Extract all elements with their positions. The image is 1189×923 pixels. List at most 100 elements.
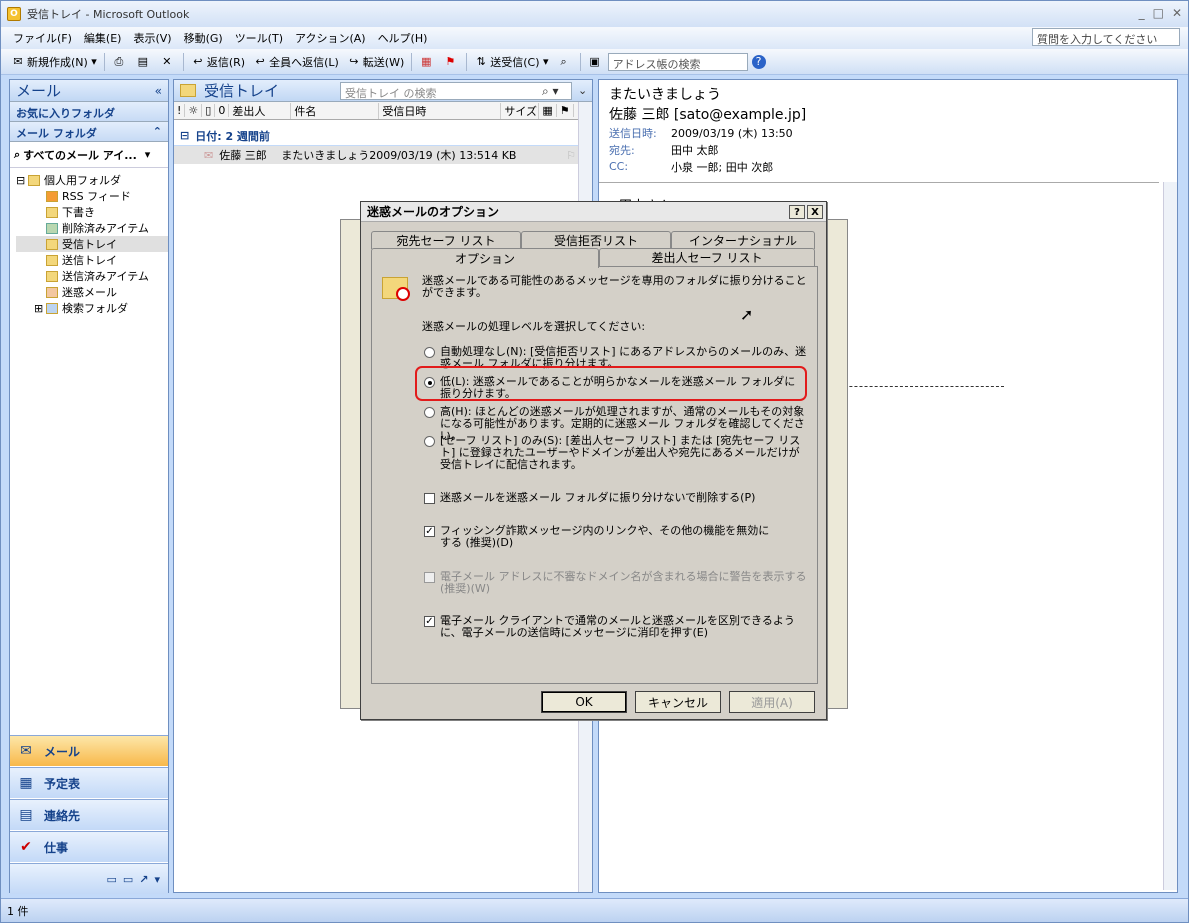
folder-drafts[interactable]: 下書き xyxy=(16,204,168,220)
column-from[interactable]: 差出人 xyxy=(229,102,292,119)
menu-help[interactable]: ヘルプ(H) xyxy=(372,30,434,46)
reminder-column-icon[interactable]: ☼ xyxy=(185,104,203,117)
print-button[interactable]: ⎙ xyxy=(108,55,132,69)
menu-go[interactable]: 移動(G) xyxy=(178,30,229,46)
checkbox-disable-phishing-label[interactable]: フィッシング詐欺メッセージ内のリンクや、その他の機能を無効にする (推奨)(D) xyxy=(440,525,780,549)
radio-safe-lists-only[interactable] xyxy=(424,436,435,447)
collapse-icon[interactable]: ⊟ xyxy=(16,174,28,187)
notes-icon[interactable]: ▭ xyxy=(106,873,116,886)
column-received[interactable]: 受信日時 xyxy=(379,102,502,119)
options-panel: 迷惑メールである可能性のあるメッセージを専用のフォルダに振り分けることができます… xyxy=(371,266,818,684)
folder-search[interactable]: ⊞ 検索フォルダ xyxy=(16,300,168,316)
radio-no-automatic[interactable] xyxy=(424,347,435,358)
address-book-icon: ▣ xyxy=(589,55,600,68)
tab-blocked-senders[interactable]: 受信拒否リスト xyxy=(521,231,671,249)
new-button[interactable]: ✉ 新規作成(N) ▾ xyxy=(7,54,101,70)
menu-actions[interactable]: アクション(A) xyxy=(289,30,372,46)
print-icon: ⎙ xyxy=(114,54,124,68)
favorites-section[interactable]: お気に入りフォルダ xyxy=(10,102,168,122)
checkbox-postmark[interactable]: ✓ xyxy=(424,616,435,627)
collapse-icon[interactable]: « xyxy=(155,84,162,98)
reading-scrollbar[interactable] xyxy=(1163,182,1177,890)
tab-row-back: 宛先セーフ リスト 受信拒否リスト インターナショナル xyxy=(371,231,815,249)
menu-view[interactable]: 表示(V) xyxy=(127,30,177,46)
message-from[interactable]: 佐藤 三郎 [sato@example.jp] xyxy=(599,104,1177,124)
tab-international[interactable]: インターナショナル xyxy=(671,231,815,249)
categorize-button[interactable]: ▦ xyxy=(415,55,439,69)
nav-button-tasks[interactable]: ✔ 仕事 xyxy=(10,831,168,862)
row-subject: またいきましょう xyxy=(281,149,370,162)
minimize-button[interactable]: _ xyxy=(1139,6,1145,20)
item-count: 1 件 xyxy=(7,904,29,918)
dialog-close-button[interactable]: X xyxy=(807,205,823,219)
move-to-folder-icon: ▤ xyxy=(137,55,149,68)
nav-button-calendar[interactable]: ▦ 予定表 xyxy=(10,767,168,798)
icon-column-icon[interactable]: ▯ xyxy=(202,104,216,117)
inbox-search-input[interactable]: 受信トレイ の検索 xyxy=(340,82,572,100)
forward-button[interactable]: ↪ 転送(W) xyxy=(343,54,408,70)
collapse-group-icon[interactable]: ⊟ xyxy=(180,129,189,142)
maximize-button[interactable]: □ xyxy=(1153,6,1164,20)
close-button[interactable]: ✕ xyxy=(1172,6,1182,20)
address-search-input[interactable]: アドレス帳の検索 xyxy=(607,52,748,71)
cc-value[interactable]: 小泉 一郎; 田中 次郎 xyxy=(671,159,773,175)
tab-safe-senders[interactable]: 差出人セーフ リスト xyxy=(599,248,815,266)
folder-outbox[interactable]: 送信トレイ xyxy=(16,252,168,268)
menu-tools[interactable]: ツール(T) xyxy=(229,30,289,46)
folder-sent[interactable]: 送信済みアイテム xyxy=(16,268,168,284)
help-search-input[interactable]: 質問を入力してください xyxy=(1032,28,1180,46)
find-button[interactable]: ⌕ xyxy=(553,55,577,69)
row-size: 4 KB xyxy=(491,148,517,162)
reply-button[interactable]: ↩ 返信(R) xyxy=(187,54,249,70)
menu-file[interactable]: ファイル(F) xyxy=(7,30,78,46)
dialog-help-button[interactable]: ? xyxy=(789,205,805,219)
checkbox-delete-junk-label[interactable]: 迷惑メールを迷惑メール フォルダに振り分けないで削除する(P) xyxy=(440,492,808,504)
folder-deleted[interactable]: 削除済みアイテム xyxy=(16,220,168,236)
expand-search-icon[interactable]: ⌄ xyxy=(578,84,587,97)
nav-button-mail[interactable]: ✉ メール xyxy=(10,735,168,766)
all-mail-items-selector[interactable]: ⌕ すべてのメール アイ... ▾ xyxy=(10,142,168,168)
column-subject[interactable]: 件名 xyxy=(291,102,380,119)
dropdown-icon[interactable]: ▾ xyxy=(88,55,97,68)
checkbox-postmark-label[interactable]: 電子メール クライアントで通常のメールと迷惑メールを区別できるように、電子メール… xyxy=(440,615,808,639)
follow-up-button[interactable]: ⚑ xyxy=(439,55,463,69)
reply-all-button[interactable]: ↩ 全員へ返信(L) xyxy=(249,54,343,70)
menu-edit[interactable]: 編集(E) xyxy=(78,30,128,46)
attachment-column-icon[interactable]: 0 xyxy=(215,104,230,117)
send-receive-button[interactable]: ⇅ 送受信(C) ▾ xyxy=(470,54,552,70)
radio-safe-lists-label[interactable]: [セーフ リスト] のみ(S): [差出人セーフ リスト] または [宛先セーフ… xyxy=(440,435,808,471)
shortcuts-icon[interactable]: ↗ xyxy=(139,873,148,886)
address-book-button[interactable]: ▣ xyxy=(584,55,608,69)
nav-button-contacts[interactable]: ▤ 連絡先 xyxy=(10,799,168,830)
folder-list-icon[interactable]: ▭ xyxy=(123,873,133,886)
search-icon[interactable]: ⌕ ▾ xyxy=(542,84,559,99)
move-button[interactable]: ▤ xyxy=(132,55,156,69)
delete-button[interactable]: ✕ xyxy=(156,55,180,69)
dropdown-icon[interactable]: ▾ xyxy=(540,55,549,68)
configure-buttons-icon[interactable]: ▾ xyxy=(154,873,160,886)
to-value[interactable]: 田中 太郎 xyxy=(671,142,719,158)
row-flag-icon[interactable]: ⚐ xyxy=(563,149,579,162)
level-prompt: 迷惑メールの処理レベルを選択してください: xyxy=(422,320,646,333)
tab-options[interactable]: オプション xyxy=(371,248,599,268)
ok-button[interactable]: OK xyxy=(541,691,627,713)
chevron-up-icon[interactable]: ⌃ xyxy=(153,125,162,138)
mail-folders-section[interactable]: メール フォルダ ⌃ xyxy=(10,122,168,142)
message-row[interactable]: ✉ 佐藤 三郎 またいきましょう 2009/03/19 (木) 13:51 4 … xyxy=(174,146,579,164)
column-size[interactable]: サイズ xyxy=(501,102,540,119)
checkbox-disable-phishing-links[interactable]: ✓ xyxy=(424,526,435,537)
flag-column-icon[interactable]: ⚑ xyxy=(557,104,574,117)
folder-inbox[interactable]: 受信トレイ xyxy=(16,236,168,252)
cancel-button[interactable]: キャンセル xyxy=(635,691,721,713)
group-header[interactable]: ⊟ 日付: 2 週間前 xyxy=(174,126,592,146)
category-column-icon[interactable]: ▦ xyxy=(539,104,557,117)
folder-personal[interactable]: ⊟ 個人用フォルダ xyxy=(16,172,168,188)
tab-recipient-safe-list[interactable]: 宛先セーフ リスト xyxy=(371,231,521,249)
expand-icon[interactable]: ⊞ xyxy=(34,302,46,315)
importance-column-icon[interactable]: ! xyxy=(174,104,186,117)
radio-high[interactable] xyxy=(424,407,435,418)
folder-rss[interactable]: RSS フィード xyxy=(16,188,168,204)
folder-junk[interactable]: 迷惑メール xyxy=(16,284,168,300)
checkbox-delete-junk[interactable] xyxy=(424,493,435,504)
help-button[interactable]: ? xyxy=(748,54,772,69)
